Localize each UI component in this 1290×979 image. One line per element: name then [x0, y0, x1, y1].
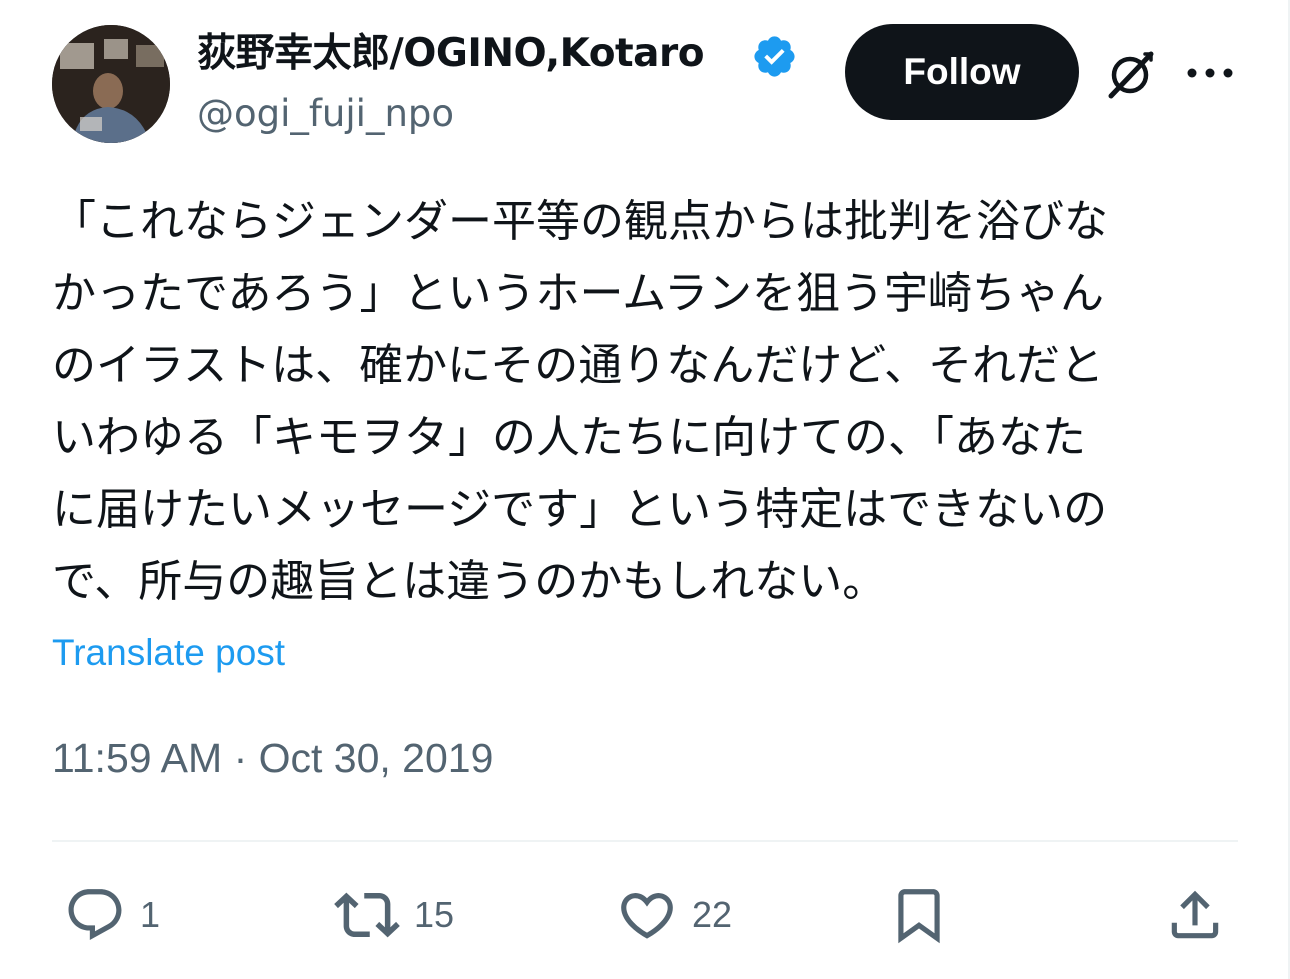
verified-badge-icon — [754, 36, 795, 77]
divider — [52, 840, 1238, 842]
tweet-text-line: 「これならジェンダー平等の観点からは批判を浴びな — [52, 196, 1108, 247]
share-icon — [1171, 890, 1219, 939]
retweet-button[interactable]: 15 — [334, 880, 454, 950]
tweet-timestamp[interactable]: 11:59 AM · Oct 30, 2019 — [52, 730, 493, 786]
reply-button[interactable]: 1 — [64, 880, 160, 950]
follow-button[interactable]: Follow — [845, 24, 1079, 120]
tweet-text-line: に届けたいメッセージです」という特定はできないの — [52, 484, 1108, 535]
retweet-icon — [334, 892, 400, 938]
author-display-name[interactable]: 荻野幸太郎/OGINO,Kotaro — [197, 28, 705, 80]
heart-icon — [621, 893, 673, 939]
translate-post-link[interactable]: Translate post — [52, 626, 285, 680]
reply-count: 1 — [140, 894, 161, 935]
bookmark-button[interactable] — [888, 880, 950, 950]
share-button[interactable] — [1164, 880, 1226, 950]
like-button[interactable]: 22 — [616, 880, 732, 950]
like-count: 22 — [692, 894, 733, 935]
tweet-text-line: で、所与の趣旨とは違うのかもしれない。 — [52, 556, 887, 607]
more-icon[interactable] — [1184, 58, 1236, 88]
tweet-text-line: のイラストは、確かにその通りなんだけど、それだと — [52, 340, 1105, 391]
grok-icon[interactable] — [1101, 46, 1159, 104]
tweet-text-line: かったであろう」というホームランを狙う宇崎ちゃん — [52, 268, 1105, 319]
reply-icon — [68, 889, 122, 941]
tweet-text: 「これならジェンダー平等の観点からは批判を浴びな かったであろう」というホームラ… — [52, 186, 1222, 618]
author-handle[interactable]: @ogi_fuji_npo — [197, 88, 454, 140]
bookmark-icon — [898, 889, 940, 944]
tweet-text-line: いわゆる「キモヲタ」の人たちに向けての、「あなた — [52, 412, 1086, 463]
avatar[interactable] — [52, 25, 170, 143]
retweet-count: 15 — [414, 894, 455, 935]
avatar-image — [52, 25, 170, 143]
